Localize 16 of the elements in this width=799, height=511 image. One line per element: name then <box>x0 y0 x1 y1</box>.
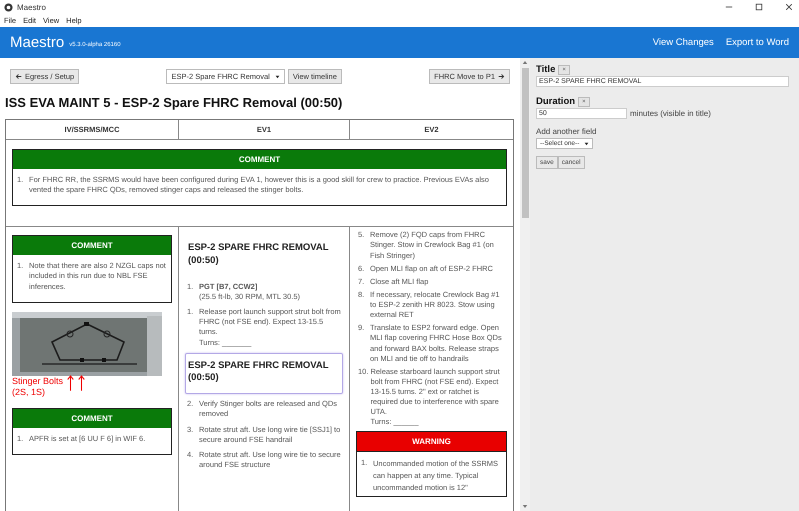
add-field-label: Add another field <box>536 127 598 136</box>
section-heading: ESP-2 SPARE FHRC REMOVAL (00:50) <box>185 352 343 394</box>
image-caption: Stinger Bolts (2S, 1S) <box>12 376 64 399</box>
header-link[interactable]: View Changes <box>652 37 714 48</box>
comment-title: COMMENT <box>13 409 171 428</box>
header-link[interactable]: Export to Word <box>726 37 789 48</box>
comment-title: COMMENT <box>13 150 506 169</box>
procedure-title: ISS EVA MAINT 5 - ESP-2 Spare FHRC Removal (00:50) <box>5 95 344 110</box>
window-title: Maestro <box>17 2 46 12</box>
section-heading: ESP-2 SPARE FHRC REMOVAL (00:50) <box>187 241 330 268</box>
comment-title: COMMENT <box>13 236 171 256</box>
duration-hint: minutes (visible in title) <box>630 109 711 118</box>
field-label: Duration <box>536 96 576 107</box>
brand: Maestro <box>10 34 64 51</box>
warning-title: WARNING <box>357 432 506 452</box>
field-label: Title <box>536 64 556 75</box>
